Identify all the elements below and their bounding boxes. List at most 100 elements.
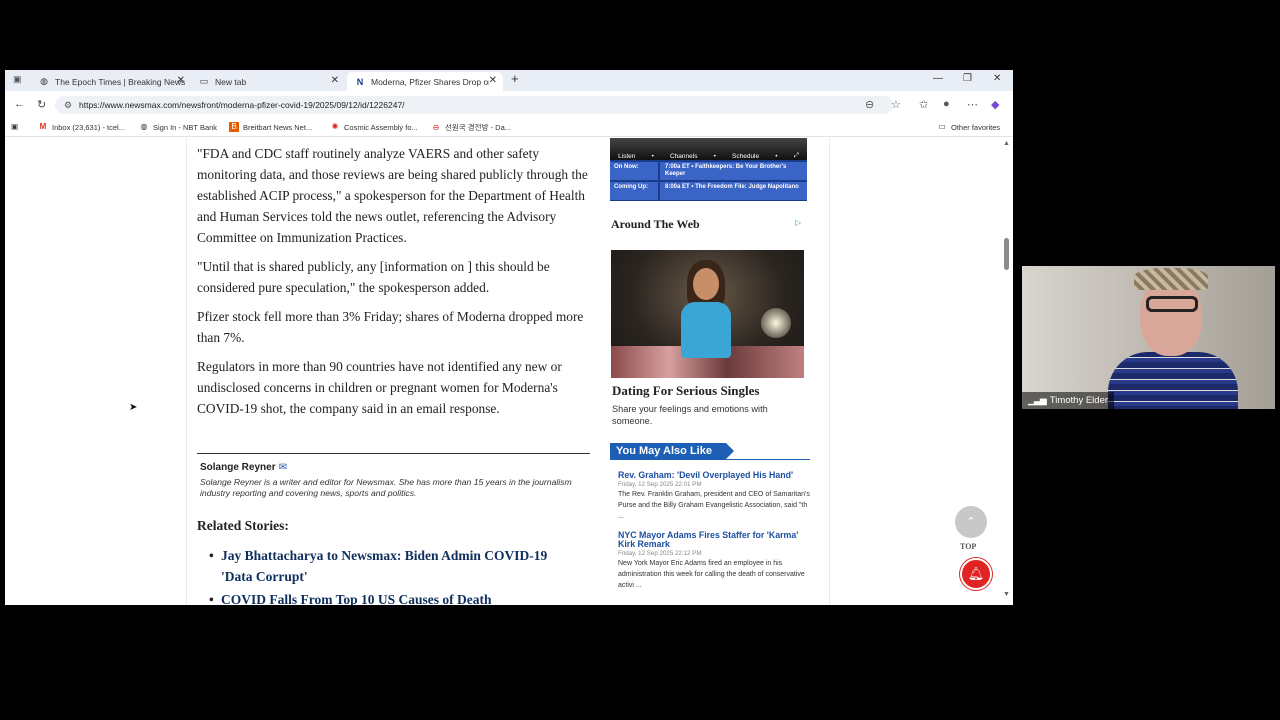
mouse-cursor-icon: ➤ xyxy=(129,402,138,413)
article-paragraph: "Until that is shared publicly, any [inf… xyxy=(197,259,550,295)
adchoices-icon[interactable]: ▷ xyxy=(795,218,801,227)
ad-description[interactable]: Share your feelings and emotions with so… xyxy=(612,403,802,427)
story-title[interactable]: NYC Mayor Adams Fires Staffer for 'Karma… xyxy=(618,531,813,549)
breitbart-icon: B xyxy=(229,122,239,132)
author-divider xyxy=(197,453,590,454)
toolbar: ← ↻ ⚙ https://www.newsmax.com/newsfront/… xyxy=(5,94,1013,116)
tab-actions-icon[interactable]: ▣ xyxy=(13,74,22,85)
bookmark-korean[interactable]: ⊖ 선원국 경전방 - Da... xyxy=(431,122,511,133)
article-paragraph: Regulators in more than 90 countries hav… xyxy=(197,359,562,416)
related-stories-list: Jay Bhattacharya to Newsmax: Biden Admin… xyxy=(209,545,581,605)
tab-epoch-times[interactable]: ◍ The Epoch Times | Breaking News ✕ xyxy=(31,72,191,91)
coming-up-row[interactable]: Coming Up: 8:00a ET • The Freedom File: … xyxy=(610,182,807,200)
url-text: https://www.newsmax.com/newsfront/modern… xyxy=(79,100,405,110)
bookmark-nbt-bank[interactable]: ◍ Sign In - NBT Bank xyxy=(139,122,218,132)
minimize-icon[interactable]: — xyxy=(933,73,943,84)
bookmarks-bar: ▣ M Inbox (23,631) - tcel... ◍ Sign In -… xyxy=(5,118,1013,137)
circle-icon: ⊖ xyxy=(432,122,440,132)
scroll-down-icon[interactable]: ▼ xyxy=(1003,591,1010,598)
around-the-web-heading: Around The Web xyxy=(611,217,700,231)
chevron-up-icon: ⌃ xyxy=(966,516,976,528)
nav-separator: • xyxy=(775,152,778,160)
listen-link[interactable]: Listen xyxy=(618,153,635,160)
email-icon[interactable]: ✉ xyxy=(279,462,287,473)
participant-shirt xyxy=(1108,352,1238,409)
story-date: Friday, 12 Sep 2025 22:12 PM xyxy=(618,550,702,557)
menu-icon[interactable]: ⋯ xyxy=(967,98,978,111)
signal-bars-icon: ▁▃▅ xyxy=(1028,395,1047,405)
close-window-icon[interactable]: ✕ xyxy=(993,73,1001,84)
tv-schedule-widget: Listen • Channels • Schedule • ⤢ On Now:… xyxy=(610,138,807,201)
notification-bell-button[interactable]: 🔔︎ xyxy=(960,558,992,590)
story-summary: The Rev. Franklin Graham, president and … xyxy=(618,491,810,520)
article-paragraph: Pfizer stock fell more than 3% Friday; s… xyxy=(197,309,584,345)
participant-name-bar: ▁▃▅ Timothy Elder xyxy=(1022,392,1115,409)
participant-name: Timothy Elder xyxy=(1049,395,1109,406)
cosmic-icon: ✺ xyxy=(331,122,339,131)
article-paragraph: "FDA and CDC staff routinely analyze VAE… xyxy=(197,146,588,245)
story-item[interactable]: Rev. Graham: 'Devil Overplayed His Hand'… xyxy=(618,471,813,522)
ad-title[interactable]: Dating For Serious Singles xyxy=(612,383,759,399)
globe-icon: ◍ xyxy=(140,122,148,131)
folder-icon: ▭ xyxy=(938,122,946,131)
bookmark-cosmic[interactable]: ✺ Cosmic Assembly fo... xyxy=(330,122,418,132)
channels-link[interactable]: Channels xyxy=(670,153,697,160)
nav-separator: • xyxy=(713,152,716,160)
tab-new-tab[interactable]: ▭ New tab ✕ xyxy=(191,72,345,91)
related-story-link[interactable]: Jay Bhattacharya to Newsmax: Biden Admin… xyxy=(209,545,581,587)
schedule-nav: Listen • Channels • Schedule • ⤢ xyxy=(610,150,807,162)
author-bio: Solange Reyner is a writer and editor fo… xyxy=(200,477,572,498)
article-column: "FDA and CDC staff routinely analyze VAE… xyxy=(186,138,830,605)
top-label[interactable]: TOP xyxy=(960,542,976,551)
star-icon[interactable]: ☆ xyxy=(891,98,901,111)
bookmark-other-favorites[interactable]: ▭ Other favorites xyxy=(937,122,1000,132)
related-stories-heading: Related Stories: xyxy=(197,518,289,533)
address-bar[interactable]: ⚙ https://www.newsmax.com/newsfront/mode… xyxy=(55,96,893,114)
favorites-icon[interactable]: ✩ xyxy=(919,98,928,111)
copilot-icon[interactable]: ◆ xyxy=(991,98,999,111)
close-icon[interactable]: ✕ xyxy=(177,75,185,86)
scroll-up-icon[interactable]: ▲ xyxy=(1003,140,1010,147)
scrollbar-thumb[interactable] xyxy=(1004,238,1009,270)
video-call-tile[interactable]: ▁▃▅ Timothy Elder xyxy=(1022,266,1275,409)
ad-face xyxy=(693,268,719,300)
ad-image[interactable] xyxy=(611,250,804,378)
tab-strip: ▣ ◍ The Epoch Times | Breaking News ✕ ▭ … xyxy=(5,70,1013,91)
site-info-icon[interactable]: ⚙ xyxy=(64,96,72,114)
bookmark-gmail[interactable]: M Inbox (23,631) - tcel... xyxy=(38,122,125,132)
story-title[interactable]: Rev. Graham: 'Devil Overplayed His Hand' xyxy=(618,471,813,480)
story-summary: New York Mayor Eric Adams fired an emplo… xyxy=(618,560,805,589)
browser-window: ▣ ◍ The Epoch Times | Breaking News ✕ ▭ … xyxy=(5,70,1013,605)
participant-glasses xyxy=(1146,296,1198,312)
schedule-link[interactable]: Schedule xyxy=(732,153,759,160)
bookmarks-app-icon[interactable]: ▣ xyxy=(11,122,18,131)
new-tab-button[interactable]: + xyxy=(511,71,519,86)
tab-moderna-article[interactable]: N Moderna, Pfizer Shares Drop on R ✕ xyxy=(347,72,503,91)
maximize-icon[interactable]: ❐ xyxy=(963,73,972,84)
scroll-to-top-button[interactable]: ⌃ xyxy=(955,506,987,538)
author-name[interactable]: Solange Reyner ✉ xyxy=(200,462,287,473)
ad-torso xyxy=(681,302,731,358)
nav-separator: • xyxy=(651,152,654,160)
story-date: Friday, 12 Sep 2025 22:01 PM xyxy=(618,481,702,488)
close-icon[interactable]: ✕ xyxy=(331,75,339,86)
participant-cap xyxy=(1134,268,1208,290)
bookmark-breitbart[interactable]: B Breitbart News Net... xyxy=(229,122,312,132)
close-icon[interactable]: ✕ xyxy=(489,75,497,86)
newsmax-icon: N xyxy=(356,76,364,87)
expand-icon[interactable]: ⤢ xyxy=(794,152,799,160)
profile-icon[interactable]: ● xyxy=(943,98,950,110)
on-now-value: 7:00a ET • Faithkeepers: Be Your Brother… xyxy=(660,162,807,180)
coming-up-label: Coming Up: xyxy=(610,182,658,200)
newtab-icon: ▭ xyxy=(199,76,209,86)
globe-icon: ◍ xyxy=(40,76,48,86)
zoom-icon[interactable]: ⊖ xyxy=(865,98,874,111)
gmail-icon: M xyxy=(39,122,47,131)
reload-icon[interactable]: ↻ xyxy=(37,98,46,111)
story-item[interactable]: NYC Mayor Adams Fires Staffer for 'Karma… xyxy=(618,531,813,591)
on-now-row[interactable]: On Now: 7:00a ET • Faithkeepers: Be Your… xyxy=(610,162,807,180)
coming-up-value: 8:00a ET • The Freedom File: Judge Napol… xyxy=(660,182,807,200)
back-icon[interactable]: ← xyxy=(14,98,25,110)
related-story-link[interactable]: COVID Falls From Top 10 US Causes of Dea… xyxy=(209,589,581,605)
page-scrollbar[interactable]: ▲ ▼ xyxy=(1000,138,1013,605)
